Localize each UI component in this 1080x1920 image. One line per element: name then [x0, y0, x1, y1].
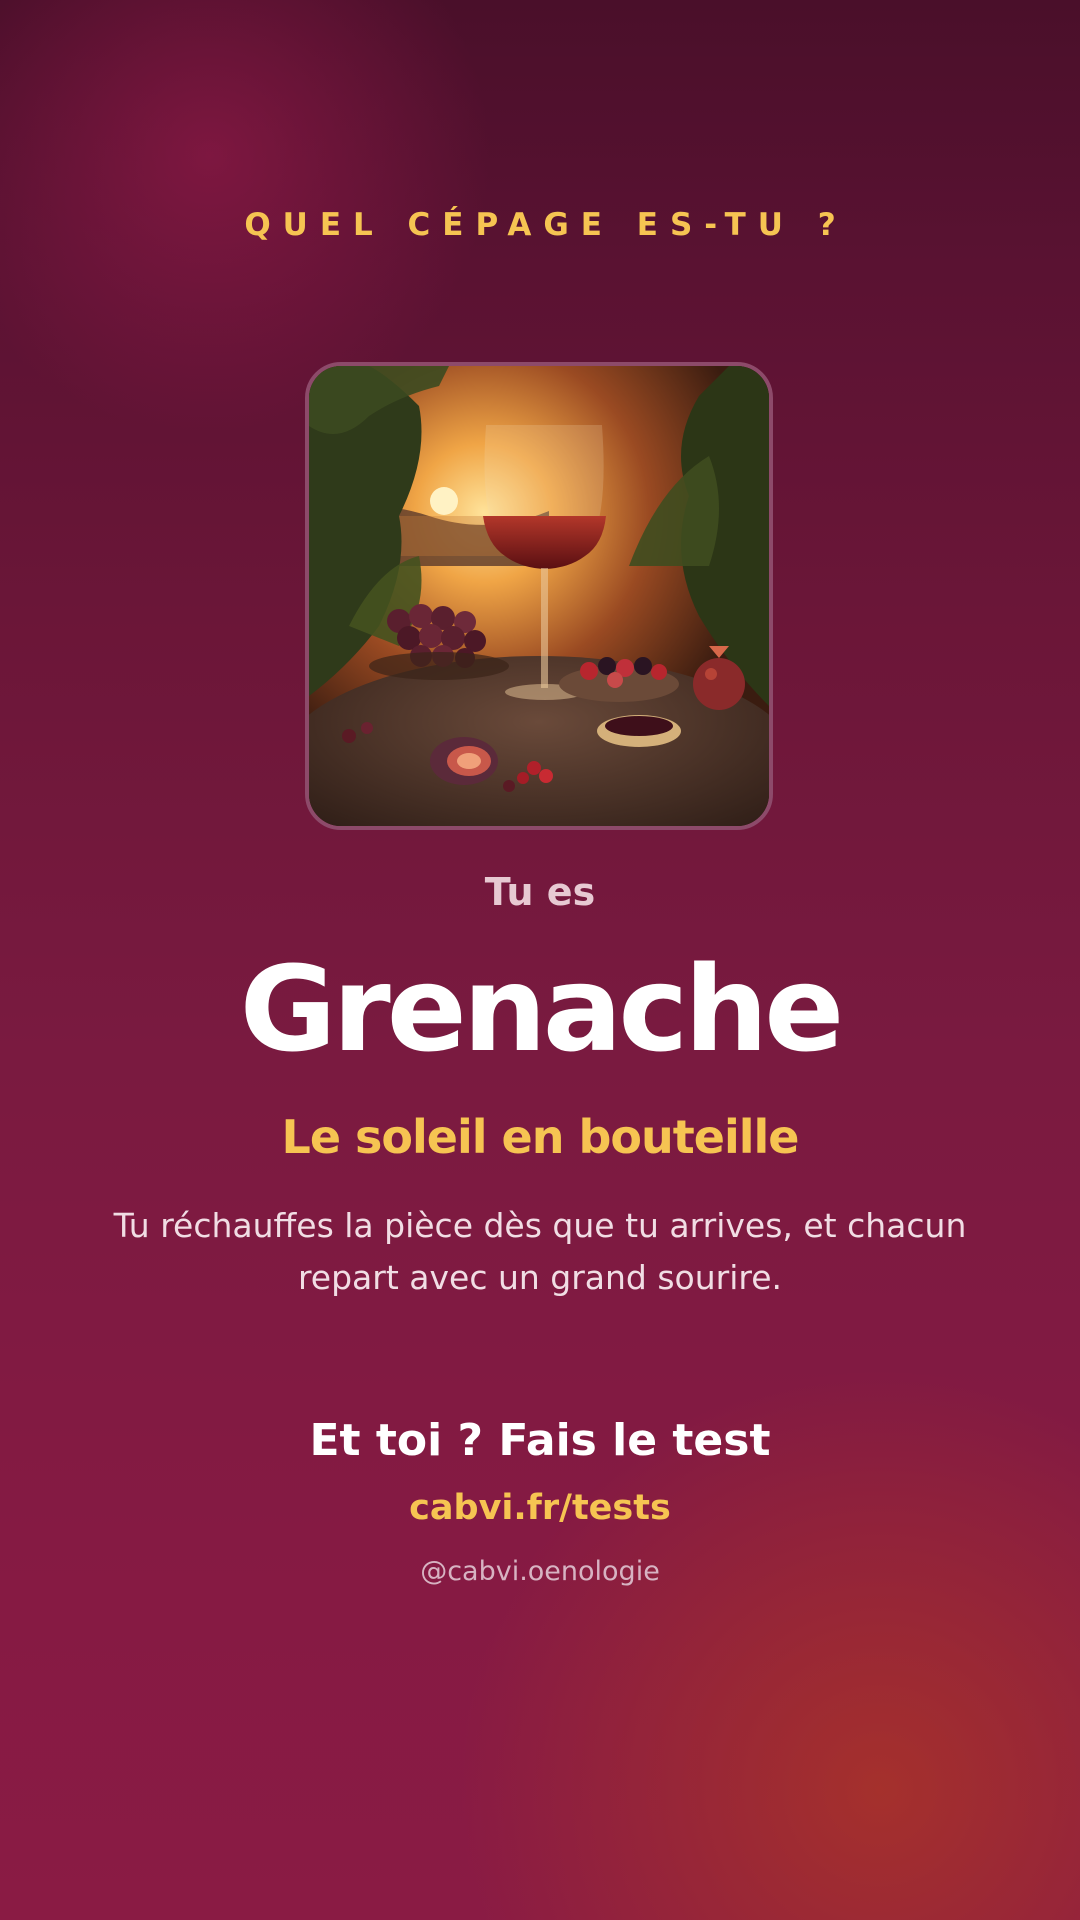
- test-url-link[interactable]: cabvi.fr/tests: [0, 1488, 1080, 1528]
- result-illustration: [305, 362, 773, 830]
- result-tagline: Le soleil en bouteille: [281, 1110, 800, 1164]
- grape-variety-title: Grenache: [239, 940, 845, 1078]
- wine-glass-scene-image: [309, 366, 769, 826]
- result-intro: Tu es: [484, 870, 596, 914]
- quiz-kicker: QUEL CÉPAGE ES-TU ?: [244, 207, 848, 243]
- call-to-action: Et toi ? Fais le test: [309, 1415, 771, 1466]
- result-description: Tu réchauffes la pièce dès que tu arrive…: [113, 1206, 967, 1297]
- jam-bowl: [597, 715, 681, 747]
- social-handle: @cabvi.oenologie: [420, 1556, 660, 1587]
- fig: [430, 737, 498, 785]
